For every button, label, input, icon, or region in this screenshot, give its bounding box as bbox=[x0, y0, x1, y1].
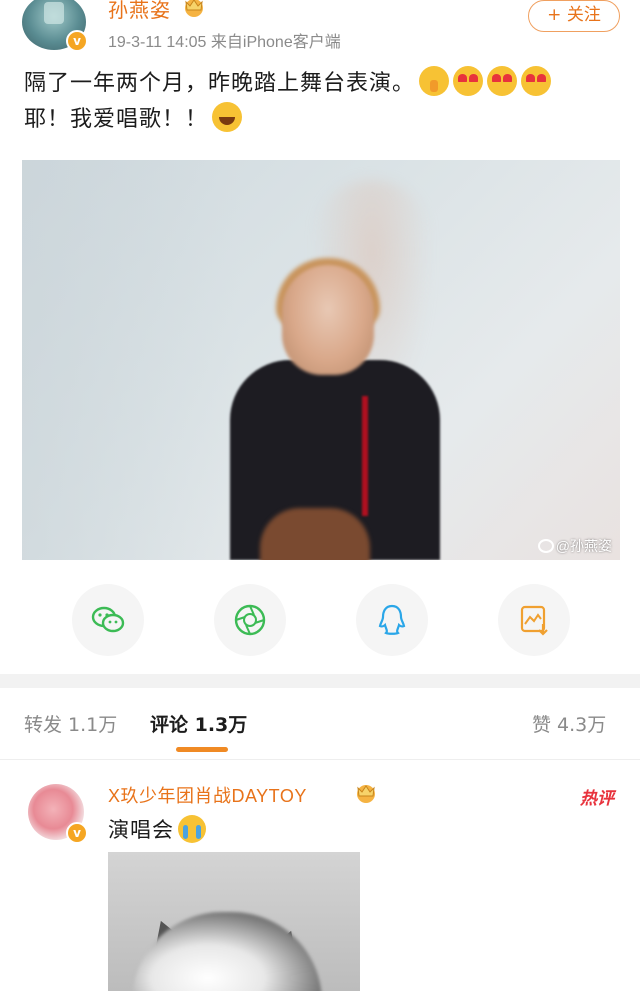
section-divider bbox=[0, 674, 640, 688]
watermark-text: @孙燕姿 bbox=[555, 538, 612, 554]
post-text: 隔了一年两个月，昨晚踏上舞台表演。 耶！我爱唱歌！！ bbox=[24, 66, 624, 138]
interaction-tabs: 转发 1.1万 评论 1.3万 赞 4.3万 bbox=[0, 688, 640, 760]
tab-repost[interactable]: 转发 1.1万 bbox=[24, 710, 117, 737]
comment-text: 演唱会 bbox=[108, 814, 206, 844]
share-bar bbox=[0, 574, 640, 670]
share-moments-button[interactable] bbox=[214, 584, 286, 656]
follow-button[interactable]: + 关注 bbox=[528, 0, 620, 32]
share-wechat-button[interactable] bbox=[72, 584, 144, 656]
post-meta: 19-3-11 14:05 来自iPhone客户端 bbox=[108, 34, 341, 51]
tab-likes[interactable]: 赞 4.3万 bbox=[532, 710, 606, 737]
hot-comment: v X玖少年团肖战DAYTOY 热评 演唱会 bbox=[0, 770, 640, 991]
post-text-content-2: 耶！我爱唱歌！！ bbox=[24, 107, 209, 132]
author-name[interactable]: 孙燕姿 bbox=[108, 0, 171, 23]
crown-badge-icon bbox=[357, 785, 375, 803]
verified-badge-icon: v bbox=[66, 822, 88, 844]
crown-badge-icon bbox=[185, 0, 203, 17]
qq-icon bbox=[378, 604, 406, 635]
photo-watermark: @孙燕姿 bbox=[537, 536, 612, 556]
tab-comments[interactable]: 评论 1.3万 bbox=[150, 710, 247, 737]
post-text-line-2: 耶！我爱唱歌！！ bbox=[24, 102, 624, 138]
save-image-icon bbox=[520, 605, 548, 636]
verified-badge-icon: v bbox=[66, 30, 88, 52]
share-qq-button[interactable] bbox=[356, 584, 428, 656]
crying-emoji-icon bbox=[178, 815, 206, 843]
laugh-tears-emoji-icon bbox=[212, 102, 243, 132]
post-text-content-1: 隔了一年两个月，昨晚踏上舞台表演。 bbox=[24, 71, 416, 96]
heart-eyes-emoji-icon bbox=[521, 66, 552, 96]
moments-icon bbox=[234, 604, 266, 636]
heart-eyes-emoji-icon bbox=[453, 66, 484, 96]
comment-image[interactable] bbox=[108, 852, 360, 991]
save-image-button[interactable] bbox=[498, 584, 570, 656]
post-header: v 孙燕姿 19-3-11 14:05 来自iPhone客户端 + 关注 bbox=[0, 0, 640, 60]
hot-comment-badge: 热评 bbox=[580, 789, 614, 809]
commenter-name[interactable]: X玖少年团肖战DAYTOY bbox=[108, 782, 307, 808]
wechat-icon bbox=[91, 606, 125, 633]
active-tab-indicator bbox=[176, 747, 228, 752]
weibo-logo-icon bbox=[537, 539, 554, 553]
post-text-line-1: 隔了一年两个月，昨晚踏上舞台表演。 bbox=[24, 66, 624, 102]
post-photo[interactable]: @孙燕姿 bbox=[22, 160, 620, 560]
heart-eyes-emoji-icon bbox=[487, 66, 518, 96]
comment-text-content: 演唱会 bbox=[108, 818, 174, 842]
shush-emoji-icon bbox=[419, 66, 450, 96]
